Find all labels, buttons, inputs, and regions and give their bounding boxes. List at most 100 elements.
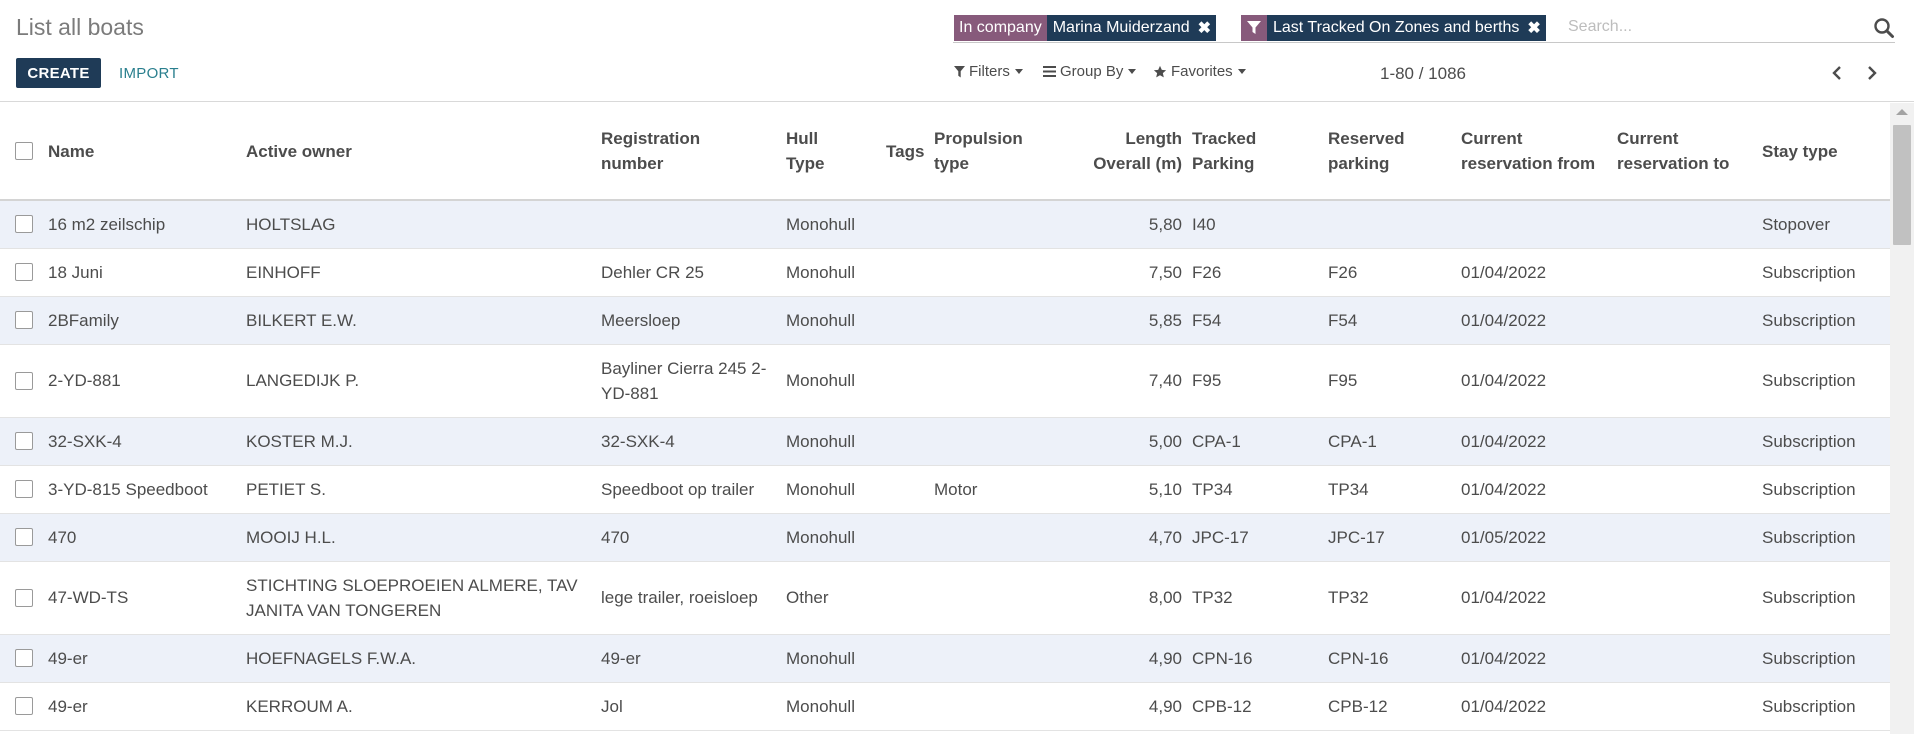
column-header-registration[interactable]: Registration number [601,103,786,201]
row-checkbox[interactable] [15,263,33,281]
cell-tracked-parking: TP34 [1192,465,1328,514]
column-header-reservation-to[interactable]: Current reservation to [1617,103,1762,201]
column-header-length[interactable]: Length Overall (m) [1048,103,1192,201]
header-line: Hull [786,129,819,148]
caret-down-icon [1237,69,1246,74]
column-header-propulsion[interactable]: Propulsion type [934,103,1048,201]
row-checkbox[interactable] [15,311,33,329]
row-select-cell [0,344,48,418]
cell-reservation-from: 01/04/2022 [1461,296,1617,345]
cell-owner: STICHTING SLOEPROEIEN ALMERE, TAV JANITA… [246,561,601,635]
favorites-dropdown[interactable]: Favorites [1153,63,1246,80]
pager-next-button[interactable] [1859,60,1885,86]
column-header-tags[interactable]: Tags [886,103,934,201]
row-checkbox[interactable] [15,215,33,234]
cell-reservation-to [1617,200,1762,249]
column-header-reservation-from[interactable]: Current reservation from [1461,103,1617,201]
table-row[interactable]: 49-er KERROUM A. Jol Monohull 4,90 CPB-1… [0,682,1890,731]
row-checkbox[interactable] [15,480,33,498]
table-row[interactable]: 49-er HOEFNAGELS F.W.A. 49-er Monohull 4… [0,634,1890,683]
cell-propulsion: Motor [934,465,1048,514]
search-input[interactable] [1568,16,1868,38]
table-row[interactable]: 16 m2 zeilschip HOLTSLAG Monohull 5,80 I… [0,200,1890,249]
close-icon[interactable]: ✖ [1198,18,1211,38]
cell-owner: HOEFNAGELS F.W.A. [246,634,601,683]
column-header-tracked-parking[interactable]: Tracked Parking [1192,103,1328,201]
cell-stay-type: Subscription [1762,682,1890,731]
header-line: reservation to [1617,154,1730,173]
cell-hull-type: Monohull [786,465,886,514]
filters-dropdown[interactable]: Filters [954,63,1023,80]
table-row[interactable]: 2BFamily BILKERT E.W. Meersloep Monohull… [0,296,1890,345]
cell-owner: PETIET S. [246,465,601,514]
row-select-cell [0,682,48,731]
cell-tracked-parking: F95 [1192,344,1328,418]
cell-propulsion [934,200,1048,249]
column-header-stay-type[interactable]: Stay type [1762,103,1890,201]
row-checkbox[interactable] [15,588,33,607]
cell-owner: LANGEDIJK P. [246,344,601,418]
table-row[interactable]: 32-SXK-4 KOSTER M.J. 32-SXK-4 Monohull 5… [0,417,1890,466]
column-header-hull-type[interactable]: Hull Type [786,103,886,201]
scroll-up-arrow-icon[interactable] [1896,109,1908,115]
column-header-reserved-parking[interactable]: Reserved parking [1328,103,1461,201]
cell-name: 2BFamily [48,296,246,345]
table-row[interactable]: 470 MOOIJ H.L. 470 Monohull 4,70 JPC-17 … [0,513,1890,562]
column-header-owner[interactable]: Active owner [246,103,601,201]
cell-reservation-from: 01/04/2022 [1461,634,1617,683]
groupby-label: Group By [1060,63,1124,80]
cell-tracked-parking: I40 [1192,200,1328,249]
header-line: Type [786,154,825,173]
row-select-cell [0,465,48,514]
search-facet-filter: Last Tracked On Zones and berths ✖ [1241,15,1546,41]
pager-value[interactable]: 1-80 / 1086 [1380,64,1466,84]
cell-stay-type: Subscription [1762,465,1890,514]
cell-length: 5,00 [1048,417,1192,466]
pager-previous-button[interactable] [1824,60,1850,86]
cell-propulsion [934,344,1048,418]
create-button[interactable]: CREATE [16,58,101,88]
table-row[interactable]: 18 Juni EINHOFF Dehler CR 25 Monohull 7,… [0,248,1890,297]
table-row[interactable]: 3-YD-815 Speedboot PETIET S. Speedboot o… [0,465,1890,514]
header-line: Overall (m) [1093,154,1182,173]
cell-stay-type: Subscription [1762,561,1890,635]
cell-stay-type: Subscription [1762,417,1890,466]
row-checkbox[interactable] [15,432,33,450]
cell-stay-type: Subscription [1762,513,1890,562]
table-row[interactable]: 47-WD-TS STICHTING SLOEPROEIEN ALMERE, T… [0,561,1890,635]
vertical-scrollbar[interactable] [1890,103,1914,734]
cell-propulsion [934,417,1048,466]
cell-reservation-from: 01/04/2022 [1461,682,1617,731]
cell-length: 7,50 [1048,248,1192,297]
row-select-cell [0,296,48,345]
cell-length: 8,00 [1048,561,1192,635]
cell-name: 2-YD-881 [48,344,246,418]
select-all-checkbox[interactable] [15,142,33,160]
scrollbar-thumb[interactable] [1893,125,1911,245]
cell-length: 5,80 [1048,200,1192,249]
search-icon[interactable] [1873,17,1895,39]
table-body: 16 m2 zeilschip HOLTSLAG Monohull 5,80 I… [0,200,1890,731]
cell-owner: BILKERT E.W. [246,296,601,345]
column-header-name[interactable]: Name [48,103,246,201]
table-row[interactable]: 2-YD-881 LANGEDIJK P. Bayliner Cierra 24… [0,344,1890,418]
import-button[interactable]: IMPORT [108,58,190,88]
row-checkbox[interactable] [15,649,33,667]
cell-propulsion [934,513,1048,562]
cell-reservation-to [1617,248,1762,297]
cell-reserved-parking: TP32 [1328,561,1461,635]
chevron-right-icon [1868,66,1877,80]
cell-reserved-parking: F26 [1328,248,1461,297]
cell-registration: 470 [601,513,786,562]
row-checkbox[interactable] [15,528,33,546]
groupby-dropdown[interactable]: Group By [1043,63,1137,80]
close-icon[interactable]: ✖ [1527,18,1540,38]
cell-reserved-parking: F95 [1328,344,1461,418]
cell-hull-type: Monohull [786,200,886,249]
row-checkbox[interactable] [15,371,33,390]
cell-stay-type: Subscription [1762,634,1890,683]
row-checkbox[interactable] [15,697,33,715]
cell-tracked-parking: CPN-16 [1192,634,1328,683]
cell-registration: lege trailer, roeisloep [601,561,786,635]
header-line: Current [1617,129,1679,148]
